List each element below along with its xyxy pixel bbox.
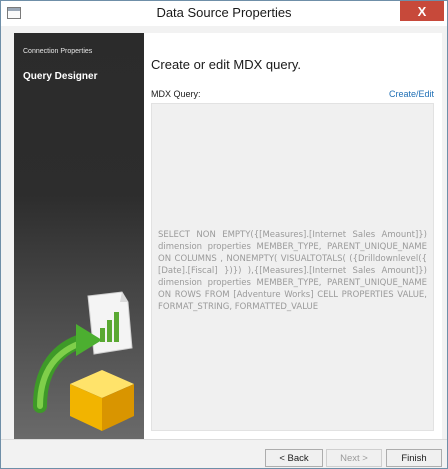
sidebar-item-connection-properties[interactable]: Connection Properties: [23, 48, 92, 55]
chart-document-icon: [87, 291, 133, 355]
back-button[interactable]: < Back: [265, 449, 323, 467]
yellow-cube-icon: [70, 370, 134, 431]
window-title: Data Source Properties: [156, 5, 292, 20]
query-designer-page: Create or edit MDX query. MDX Query: Cre…: [144, 33, 442, 439]
footer-divider: [1, 439, 447, 440]
mdx-query-text: SELECT NON EMPTY({[Measures].[Internet S…: [158, 230, 427, 312]
create-edit-link[interactable]: Create/Edit: [389, 89, 434, 99]
close-button[interactable]: X: [400, 1, 444, 21]
sidebar-item-query-designer[interactable]: Query Designer: [23, 71, 97, 82]
wizard-cube-arrow-chart-icon: [33, 291, 134, 431]
next-button[interactable]: Next >: [326, 449, 382, 467]
page-heading: Create or edit MDX query.: [151, 57, 302, 72]
mdx-query-label: MDX Query:: [151, 89, 201, 99]
title-bar: Data Source Properties X: [1, 1, 447, 26]
data-source-properties-dialog: Data Source Properties X Connection Prop…: [0, 0, 448, 469]
wizard-sidebar: Connection Properties Query Designer: [14, 33, 144, 439]
finish-button[interactable]: Finish: [386, 449, 442, 467]
mdx-query-textbox[interactable]: SELECT NON EMPTY({[Measures].[Internet S…: [151, 103, 434, 431]
